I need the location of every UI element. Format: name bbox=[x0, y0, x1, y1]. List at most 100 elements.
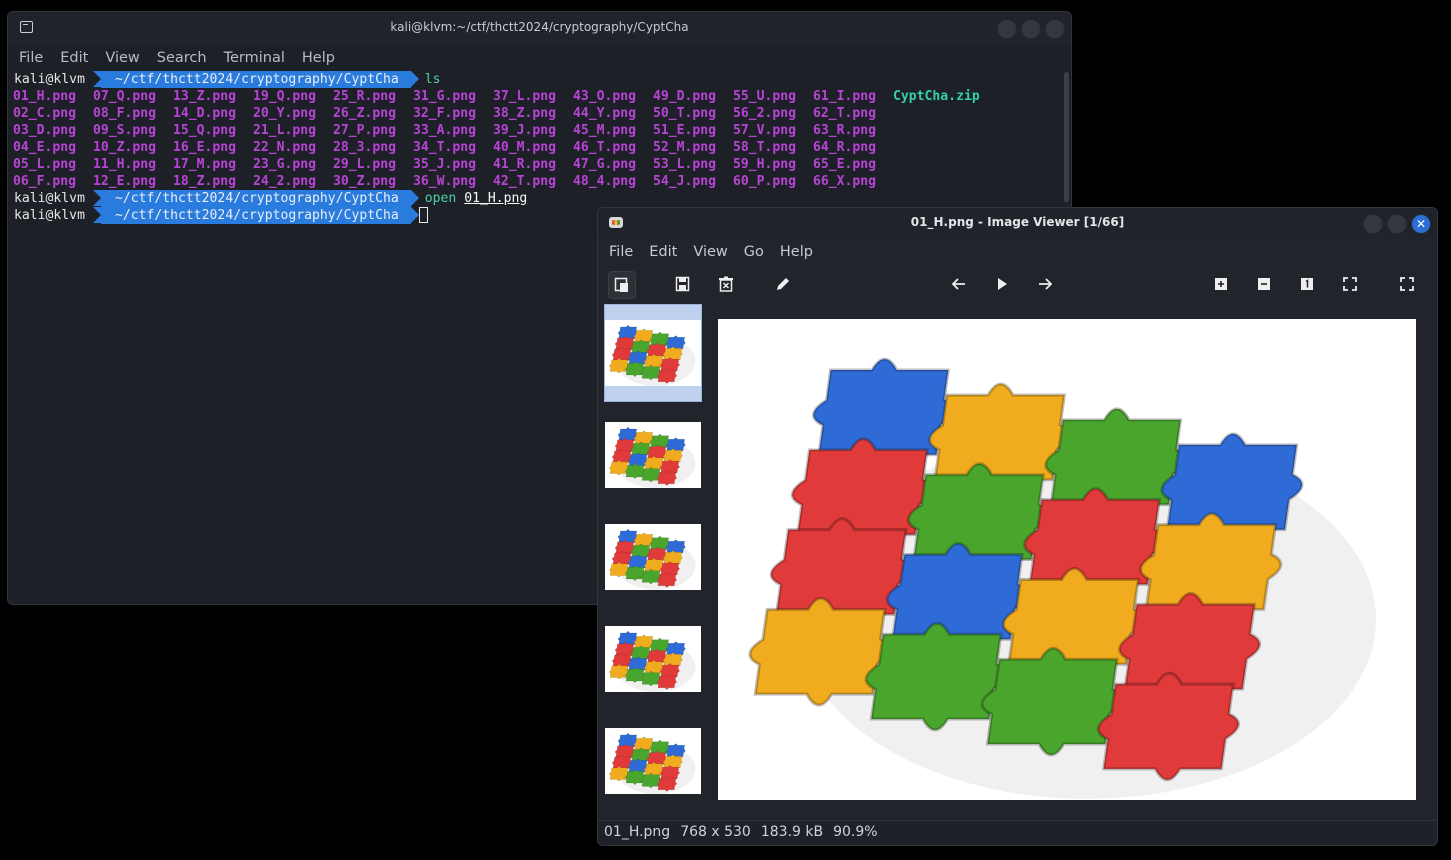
delete-button[interactable] bbox=[713, 271, 739, 297]
maximize-button[interactable] bbox=[1387, 214, 1407, 234]
minimize-button[interactable] bbox=[1363, 214, 1383, 234]
zip-file-name: CyptCha.zip bbox=[893, 89, 980, 104]
viewer-titlebar[interactable]: 01_H.png - Image Viewer [1/66] ✕ bbox=[598, 208, 1437, 238]
terminal-titlebar[interactable]: kali@klvm:~/ctf/thctt2024/cryptography/C… bbox=[8, 12, 1071, 44]
terminal-title: kali@klvm:~/ctf/thctt2024/cryptography/C… bbox=[390, 20, 689, 34]
close-button[interactable]: ✕ bbox=[1411, 214, 1431, 234]
zoom-out-icon bbox=[1258, 278, 1270, 290]
file-name: 03_D.png bbox=[13, 123, 77, 138]
prompt-line: kali@klvm ~/ctf/thctt2024/cryptography/Cy… bbox=[8, 71, 1061, 88]
file-name: 30_Z.png bbox=[333, 174, 397, 189]
text-cursor bbox=[418, 207, 428, 223]
thumbnail[interactable] bbox=[604, 610, 702, 708]
file-name: 33_A.png bbox=[413, 123, 477, 138]
thumbnail[interactable] bbox=[604, 712, 702, 810]
file-name: 40_M.png bbox=[493, 140, 557, 155]
menu-view[interactable]: View bbox=[105, 50, 139, 66]
next-button[interactable] bbox=[1032, 271, 1058, 297]
file-list-row: 04_E.png 10_Z.png 16_E.png 22_N.png 28_3.png… bbox=[8, 139, 1061, 156]
save-button[interactable] bbox=[670, 271, 696, 297]
file-name: 59_H.png bbox=[733, 157, 797, 172]
menu-search[interactable]: Search bbox=[157, 50, 207, 66]
file-name: 01_H.png bbox=[13, 89, 77, 104]
file-name: 18_Z.png bbox=[173, 174, 237, 189]
file-name: 32_F.png bbox=[413, 106, 477, 121]
thumbnail-image bbox=[605, 626, 701, 692]
edit-button[interactable] bbox=[770, 271, 796, 297]
play-icon bbox=[998, 278, 1007, 290]
menu-terminal[interactable]: Terminal bbox=[224, 50, 285, 66]
file-name: 12_E.png bbox=[93, 174, 157, 189]
fullscreen-icon bbox=[1400, 277, 1414, 291]
file-name: 52_M.png bbox=[653, 140, 717, 155]
prompt-line: kali@klvm ~/ctf/thctt2024/cryptography/Cy… bbox=[8, 190, 1061, 207]
command-arg: 01_H.png bbox=[464, 191, 528, 206]
thumbnail-image bbox=[605, 524, 701, 590]
fit-window-button[interactable] bbox=[1337, 271, 1363, 297]
edit-icon bbox=[777, 278, 789, 290]
thumbnail[interactable] bbox=[604, 406, 702, 504]
viewer-menubar: File Edit View Go Help bbox=[598, 238, 1437, 266]
file-name: 54_J.png bbox=[653, 174, 717, 189]
file-name: 57_V.png bbox=[733, 123, 797, 138]
file-name: 63_R.png bbox=[813, 123, 877, 138]
sidebar-toggle-button[interactable] bbox=[608, 271, 636, 299]
thumbnail-sidebar[interactable] bbox=[604, 304, 702, 820]
file-list-row: 05_L.png 11_H.png 17_M.png 23_G.png 29_L.png… bbox=[8, 156, 1061, 173]
actual-size-icon bbox=[1301, 278, 1313, 290]
actual-size-button[interactable] bbox=[1294, 271, 1320, 297]
menu-edit[interactable]: Edit bbox=[649, 244, 677, 260]
status-filename: 01_H.png bbox=[604, 824, 671, 840]
file-list-row: 06_F.png 12_E.png 18_Z.png 24_2.png 30_Z.png… bbox=[8, 173, 1061, 190]
maximize-button[interactable] bbox=[1021, 19, 1041, 39]
minimize-button[interactable] bbox=[997, 19, 1017, 39]
menu-view[interactable]: View bbox=[693, 244, 727, 260]
file-name: 16_E.png bbox=[173, 140, 237, 155]
file-name: 26_Z.png bbox=[333, 106, 397, 121]
file-name: 35_J.png bbox=[413, 157, 477, 172]
thumbnail-selected[interactable] bbox=[604, 304, 702, 402]
file-name: 64_R.png bbox=[813, 140, 877, 155]
file-name: 61_I.png bbox=[813, 89, 877, 104]
file-list-row: 01_H.png 07_Q.png 13_Z.png 19_Q.png 25_R.png… bbox=[8, 88, 1061, 105]
file-name: 39_J.png bbox=[493, 123, 557, 138]
viewer-toolbar bbox=[598, 266, 1437, 302]
previous-button[interactable] bbox=[946, 271, 972, 297]
file-name: 65_E.png bbox=[813, 157, 877, 172]
thumbnail-image bbox=[605, 320, 701, 386]
prompt-user: kali@klvm bbox=[8, 190, 93, 207]
viewer-statusbar: 01_H.png 768 x 530 183.9 kB 90.9% bbox=[598, 820, 1437, 845]
file-name: 17_M.png bbox=[173, 157, 237, 172]
file-name: 51_E.png bbox=[653, 123, 717, 138]
menu-help[interactable]: Help bbox=[780, 244, 813, 260]
image-viewer-window: 01_H.png - Image Viewer [1/66] ✕ File Ed… bbox=[597, 207, 1438, 846]
menu-file[interactable]: File bbox=[19, 50, 43, 66]
file-name: 44_Y.png bbox=[573, 106, 637, 121]
slideshow-button[interactable] bbox=[989, 271, 1015, 297]
menu-help[interactable]: Help bbox=[302, 50, 335, 66]
zoom-in-button[interactable] bbox=[1208, 271, 1234, 297]
terminal-menubar: File Edit View Search Terminal Help bbox=[8, 44, 1071, 72]
file-name: 48_4.png bbox=[573, 174, 637, 189]
file-name: 53_L.png bbox=[653, 157, 717, 172]
file-name: 09_S.png bbox=[93, 123, 157, 138]
file-list-row: 03_D.png 09_S.png 15_Q.png 21_L.png 27_P.png… bbox=[8, 122, 1061, 139]
close-button[interactable] bbox=[1045, 19, 1065, 39]
file-name: 42_T.png bbox=[493, 174, 557, 189]
file-name: 60_P.png bbox=[733, 174, 797, 189]
file-name: 38_Z.png bbox=[493, 106, 557, 121]
terminal-scrollbar[interactable] bbox=[1064, 72, 1069, 202]
prompt-user: kali@klvm bbox=[8, 71, 93, 88]
image-canvas[interactable] bbox=[718, 319, 1416, 800]
menu-file[interactable]: File bbox=[609, 244, 633, 260]
menu-go[interactable]: Go bbox=[744, 244, 764, 260]
file-name: 49_D.png bbox=[653, 89, 717, 104]
status-filesize: 183.9 kB bbox=[760, 824, 824, 840]
command-text: ls bbox=[424, 72, 441, 87]
file-listing: 01_H.png 07_Q.png 13_Z.png 19_Q.png 25_R.png… bbox=[8, 88, 1061, 190]
menu-edit[interactable]: Edit bbox=[60, 50, 88, 66]
fullscreen-button[interactable] bbox=[1394, 271, 1420, 297]
forward-arrow-icon bbox=[1039, 278, 1053, 290]
thumbnail[interactable] bbox=[604, 508, 702, 606]
zoom-out-button[interactable] bbox=[1251, 271, 1277, 297]
